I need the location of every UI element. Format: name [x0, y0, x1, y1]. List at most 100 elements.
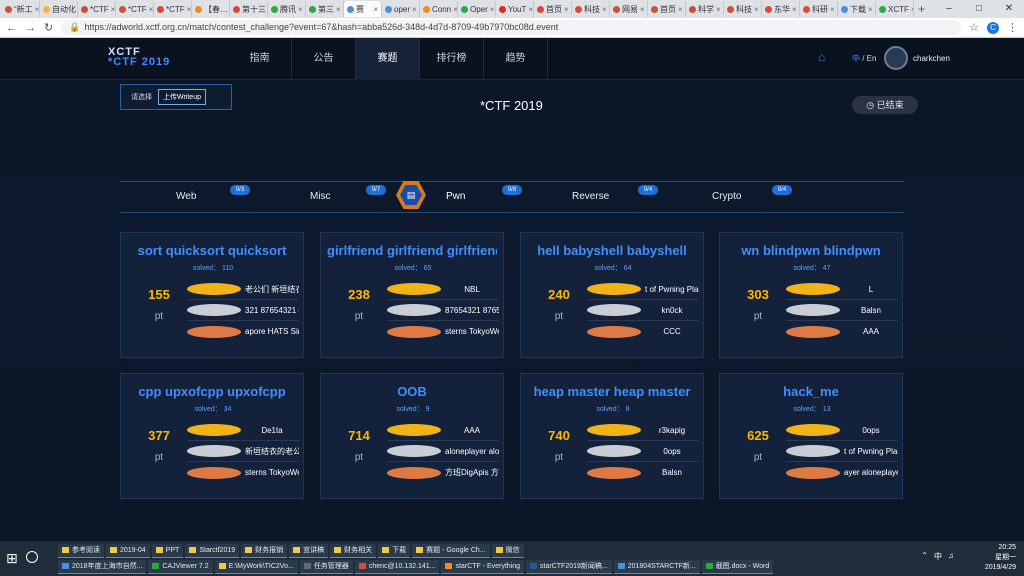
close-window-icon[interactable]: ✕ [994, 0, 1024, 18]
minimize-icon[interactable]: – [934, 0, 964, 18]
taskbar-item[interactable]: chenc@10.132.141... [354, 560, 440, 574]
browser-tab[interactable]: 科技 × [724, 1, 762, 17]
taskbar-item[interactable]: starCTF2019新闻稿... [526, 560, 612, 574]
bookmark-star-icon[interactable]: ☆ [969, 21, 979, 34]
browser-tab[interactable]: 赛 × [344, 1, 382, 17]
taskbar-item[interactable]: 参考阅读 [58, 544, 104, 558]
tab-close-icon[interactable]: × [373, 5, 378, 14]
browser-tab[interactable]: “新工 × [2, 1, 40, 17]
browser-tab[interactable]: 东华 × [762, 1, 800, 17]
tab-reverse[interactable]: Reverse [572, 191, 609, 202]
menu-trend[interactable]: 趋势 [484, 38, 548, 80]
tab-close-icon[interactable]: × [640, 5, 645, 14]
browser-tab[interactable]: 网易 × [610, 1, 648, 17]
challenge-card[interactable]: hell babyshell babyshell solved： 64 240 pt t… [520, 232, 704, 358]
tab-close-icon[interactable]: × [868, 5, 873, 14]
challenge-card[interactable]: wn blindpwn blindpwn solved： 47 303 pt L Bals… [719, 232, 903, 358]
taskbar-item[interactable]: 赛题 - Google Ch... [412, 544, 490, 558]
tab-misc[interactable]: Misc [310, 191, 331, 202]
taskbar-item[interactable]: 财务报销 [241, 544, 288, 558]
tab-close-icon[interactable]: × [111, 5, 115, 14]
windows-start-icon[interactable]: ⊞ [6, 550, 22, 566]
browser-tab[interactable]: oper × [382, 1, 420, 17]
challenge-card[interactable]: sort quicksort quicksort solved： 110 155 pt… [120, 232, 304, 358]
ended-status-button[interactable]: ◷ 已结束 [852, 96, 918, 114]
lang-en[interactable]: / En [862, 54, 876, 63]
tab-close-icon[interactable]: × [490, 5, 495, 14]
tray-up-arrow-icon[interactable]: ⌃ [921, 551, 928, 562]
taskbar-item[interactable]: 2019-04 [106, 544, 150, 558]
tab-close-icon[interactable]: × [412, 5, 417, 14]
browser-tab[interactable]: 【春…× [192, 1, 230, 17]
forward-icon[interactable]: → [25, 22, 36, 34]
browser-tab[interactable]: 腾讯 × [268, 1, 306, 17]
upload-writeup-button[interactable]: 上传Writeup [158, 89, 206, 105]
volume-icon[interactable]: ♫ [948, 551, 954, 562]
browser-tab[interactable]: *CTF × [116, 1, 154, 17]
back-icon[interactable]: ← [6, 22, 17, 34]
new-tab-icon[interactable]: + [918, 2, 925, 16]
browser-tab[interactable]: 科学 × [686, 1, 724, 17]
browser-tab[interactable]: 科技 × [572, 1, 610, 17]
taskbar-item[interactable]: 2018年度上海市自然... [58, 560, 147, 574]
browser-tab[interactable]: 第十三× [230, 1, 268, 17]
tab-close-icon[interactable]: × [149, 5, 153, 14]
taskbar-item[interactable]: CAJViewer 7.2 [148, 560, 213, 574]
language-switch[interactable]: 中 / En [852, 53, 876, 64]
home-icon[interactable]: ⌂ [818, 51, 830, 63]
taskbar-item[interactable]: 201804STARCTF新... [613, 560, 700, 574]
tab-close-icon[interactable]: × [35, 5, 39, 14]
tab-close-icon[interactable]: × [528, 5, 533, 14]
browser-tab[interactable]: *CTF × [78, 1, 116, 17]
user-avatar[interactable] [884, 46, 908, 70]
menu-ranking[interactable]: 排行榜 [420, 38, 484, 80]
taskbar-item[interactable]: starCTF - Everything [441, 560, 525, 574]
reload-icon[interactable]: ↻ [44, 21, 53, 34]
browser-tab[interactable]: 第三 × [306, 1, 344, 17]
tab-close-icon[interactable]: × [716, 5, 721, 14]
tab-close-icon[interactable]: × [336, 5, 341, 14]
browser-tab[interactable]: Conn × [420, 1, 458, 17]
username[interactable]: charkchen [913, 54, 950, 63]
tab-pwn[interactable]: Pwn [446, 191, 465, 202]
menu-challenges[interactable]: 赛题 [356, 38, 420, 80]
challenge-card[interactable]: OOB solved： 9 714 pt AAA aloneplayer alonep 方班… [320, 373, 504, 499]
taskbar-item[interactable]: Starctf2019 [185, 544, 240, 558]
taskbar-item[interactable]: 截图.docx - Word [701, 560, 774, 574]
site-logo[interactable]: XCTF *CTF 2019 [108, 47, 170, 68]
taskbar-item[interactable]: E:\MyWork\TIC2Vo... [214, 560, 298, 574]
browser-tab[interactable]: 自动化× [40, 1, 78, 17]
url-field[interactable]: 🔒 https://adworld.xctf.org.cn/match/conte… [61, 20, 962, 35]
browser-tab[interactable]: *CTF × [154, 1, 192, 17]
browser-tab[interactable]: Oper × [458, 1, 496, 17]
menu-guide[interactable]: 指南 [228, 38, 292, 80]
taskbar-item[interactable]: 任务管理器 [299, 560, 353, 574]
tab-close-icon[interactable]: × [602, 5, 607, 14]
browser-tab[interactable]: 科研 × [800, 1, 838, 17]
tab-close-icon[interactable]: × [792, 5, 797, 14]
tab-close-icon[interactable]: × [754, 5, 759, 14]
tab-close-icon[interactable]: × [678, 5, 683, 14]
browser-tab[interactable]: YouT × [496, 1, 534, 17]
tab-close-icon[interactable]: × [564, 5, 569, 14]
lang-zh[interactable]: 中 [852, 54, 860, 63]
taskbar-item[interactable]: PPT [151, 544, 184, 558]
tab-close-icon[interactable]: × [830, 5, 835, 14]
tab-close-icon[interactable]: × [911, 5, 913, 14]
menu-announcement[interactable]: 公告 [292, 38, 356, 80]
ime-indicator[interactable]: 中 [934, 551, 942, 562]
search-icon[interactable] [26, 551, 38, 563]
challenge-card[interactable]: hack_me solved： 13 625 pt 0ops t of Pwning Pl… [719, 373, 903, 499]
tab-close-icon[interactable]: × [298, 5, 303, 14]
menu-dots-icon[interactable]: ⋮ [1007, 21, 1018, 34]
taskbar-item[interactable]: 宣讲稿 [289, 544, 329, 558]
taskbar-item[interactable]: 财务相关 [330, 544, 377, 558]
challenge-card[interactable]: heap master heap master solved： 8 740 pt r3k… [520, 373, 704, 499]
browser-tab[interactable]: 首页 × [534, 1, 572, 17]
challenge-card[interactable]: cpp upxofcpp upxofcpp solved： 34 377 pt De1t… [120, 373, 304, 499]
maximize-icon[interactable]: □ [964, 0, 994, 18]
browser-tab[interactable]: 下载 × [838, 1, 876, 17]
tab-close-icon[interactable]: × [187, 5, 191, 14]
tab-web[interactable]: Web [176, 191, 196, 202]
browser-tab[interactable]: 首页 × [648, 1, 686, 17]
